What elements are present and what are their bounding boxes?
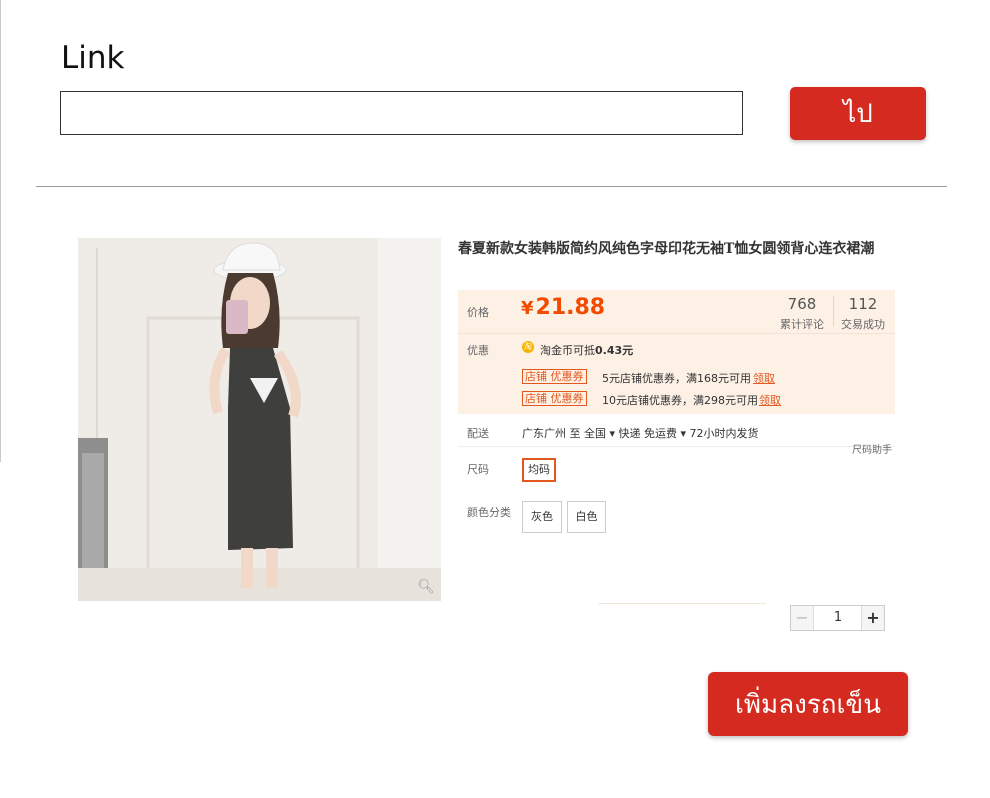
coupon-tag: 店铺 优惠券 <box>522 391 587 406</box>
shipping-divider <box>458 446 895 447</box>
sales-count: 112 <box>848 295 878 313</box>
faint-divider <box>598 603 766 604</box>
left-edge-rule <box>0 0 1 462</box>
quantity-value[interactable]: 1 <box>814 606 862 630</box>
coupon-text: 5元店铺优惠券，满168元可用 <box>602 372 751 385</box>
link-input[interactable] <box>60 91 743 135</box>
sales-label: 交易成功 <box>841 318 885 331</box>
coin-offer: 淘金币可抵0.43元 <box>540 342 633 358</box>
color-label: 颜色分类 <box>467 506 511 519</box>
color-option-gray[interactable]: 灰色 <box>522 501 562 533</box>
section-divider <box>36 186 947 187</box>
quantity-increase-button[interactable]: + <box>861 606 884 630</box>
coin-offer-text: 淘金币可抵 <box>540 344 595 357</box>
coin-offer-amount: 0.43元 <box>595 344 634 357</box>
coin-icon: 淘 <box>522 341 534 353</box>
add-to-cart-button[interactable]: เพิ่มลงรถเข็น <box>708 672 908 736</box>
product-image[interactable]: 🔍︎ <box>78 238 441 601</box>
product-photo-art <box>78 238 441 601</box>
coupon-claim-link[interactable]: 领取 <box>759 392 781 408</box>
reviews-count: 768 <box>787 295 817 313</box>
coupon-claim-link[interactable]: 领取 <box>753 370 775 386</box>
coupon-tag: 店铺 优惠券 <box>522 369 587 384</box>
price-label: 价格 <box>467 306 489 319</box>
price-value: 21.88 <box>535 295 606 320</box>
color-option-white[interactable]: 白色 <box>567 501 606 533</box>
size-label: 尺码 <box>467 463 489 476</box>
coupon-text: 10元店铺优惠券，满298元可用 <box>602 394 758 407</box>
product-price: ¥21.88 <box>521 295 605 320</box>
zoom-icon[interactable]: 🔍︎ <box>417 579 435 595</box>
go-button[interactable]: ไป <box>790 87 926 140</box>
quantity-decrease-button[interactable]: − <box>791 606 814 630</box>
link-label: Link <box>61 40 125 76</box>
reviews-label: 累计评论 <box>780 318 824 331</box>
currency-symbol: ¥ <box>521 298 534 319</box>
promo-label: 优惠 <box>467 344 489 357</box>
price-promo-divider <box>458 333 895 334</box>
quantity-stepper[interactable]: − 1 + <box>790 605 885 631</box>
size-option[interactable]: 均码 <box>522 458 556 482</box>
size-helper-link[interactable]: 尺码助手 <box>852 441 892 456</box>
shipping-label: 配送 <box>467 427 489 440</box>
shipping-info[interactable]: 广东广州 至 全国 ▾ 快递 免运费 ▾ 72小时内发货 <box>522 425 759 441</box>
product-title: 春夏新款女装韩版简约风纯色字母印花无袖T恤女圆领背心连衣裙潮 <box>458 241 875 257</box>
